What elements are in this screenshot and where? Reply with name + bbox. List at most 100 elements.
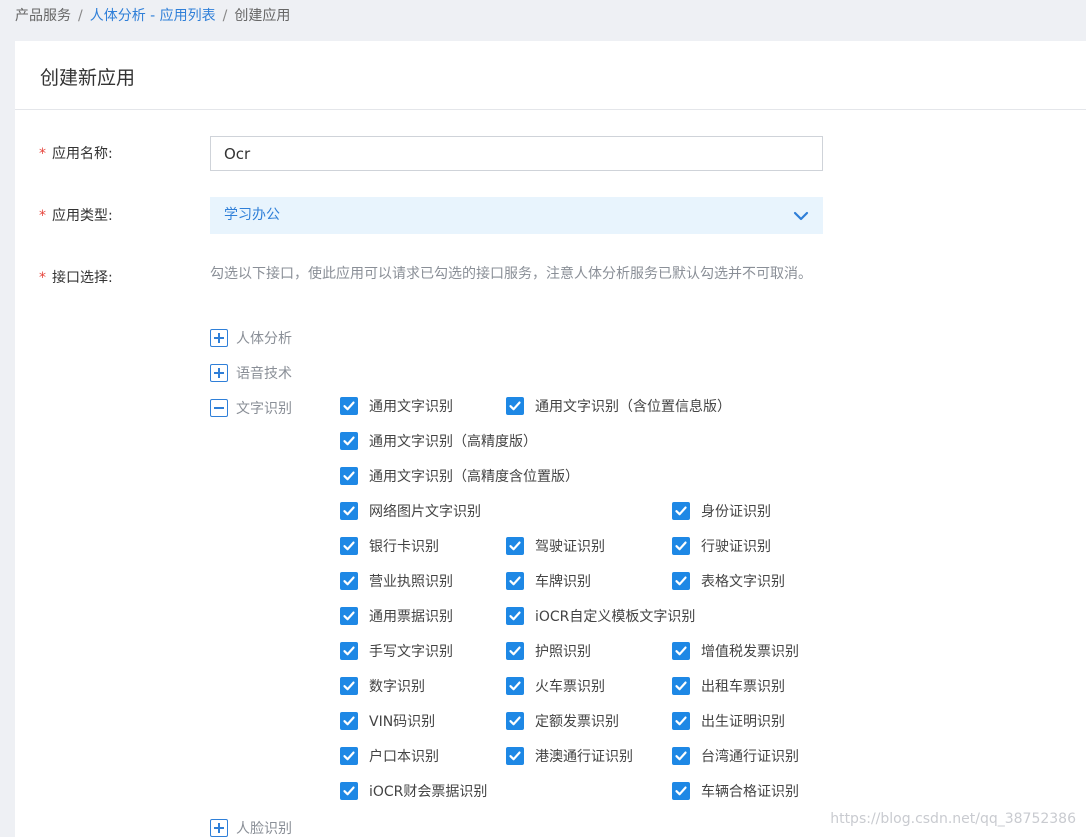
ocr-checkbox-item[interactable]: VIN码识别 [340,710,435,732]
expand-plus-icon [210,819,228,837]
breadcrumb-separator: / [222,8,228,24]
checkbox-checked-icon[interactable] [672,747,690,765]
ocr-checkbox-item[interactable]: 银行卡识别 [340,535,439,557]
ocr-checkbox-item[interactable]: 户口本识别 [340,745,439,767]
checkbox-checked-icon[interactable] [340,537,358,555]
checkbox-checked-icon[interactable] [340,782,358,800]
ocr-checkbox-item[interactable]: 通用文字识别（高精度含位置版） [340,465,579,487]
ocr-checkbox-label: 网络图片文字识别 [369,504,481,520]
checkbox-checked-icon[interactable] [506,677,524,695]
ocr-checkbox-item[interactable]: iOCR自定义模板文字识别 [506,605,695,627]
checkbox-checked-icon[interactable] [340,607,358,625]
ocr-checkbox-item[interactable]: 通用文字识别（含位置信息版） [506,395,731,417]
ocr-checkbox-item[interactable]: 车牌识别 [506,570,591,592]
checkbox-checked-icon[interactable] [340,747,358,765]
ocr-checkbox-item[interactable]: 身份证识别 [672,500,771,522]
ocr-checkbox-label: 车辆合格证识别 [701,784,799,800]
checkbox-checked-icon[interactable] [672,642,690,660]
expand-plus-icon [210,364,228,382]
group-body-analysis[interactable]: 人体分析 [210,327,292,349]
checkbox-checked-icon[interactable] [506,607,524,625]
ocr-checkbox-item[interactable]: 通用文字识别 [340,395,453,417]
checkbox-checked-icon[interactable] [340,432,358,450]
group-label: 文字识别 [236,401,292,417]
ocr-checkbox-item[interactable]: 火车票识别 [506,675,605,697]
group-label: 人脸识别 [236,821,292,837]
ocr-checkbox-item[interactable]: 通用文字识别（高精度版） [340,430,537,452]
ocr-checkbox-item[interactable]: 出租车票识别 [672,675,785,697]
ocr-checkbox-item[interactable]: 台湾通行证识别 [672,745,799,767]
group-face[interactable]: 人脸识别 [210,817,292,837]
ocr-checkbox-item[interactable]: 出生证明识别 [672,710,785,732]
checkbox-checked-icon[interactable] [506,642,524,660]
group-ocr[interactable]: 文字识别 [210,397,292,419]
ocr-checkbox-label: iOCR自定义模板文字识别 [535,609,696,625]
divider [15,109,1086,110]
checkbox-checked-icon[interactable] [672,677,690,695]
ocr-checkbox-label: 车牌识别 [535,574,591,590]
ocr-checkbox-label: 护照识别 [535,644,591,660]
breadcrumb: 产品服务 / 人体分析 - 应用列表 / 创建应用 [15,0,290,32]
collapse-minus-icon [210,399,228,417]
expand-plus-icon [210,329,228,347]
ocr-checkbox-item[interactable]: 数字识别 [340,675,425,697]
ocr-checkbox-item[interactable]: 增值税发票识别 [672,640,799,662]
ocr-checkbox-item[interactable]: 车辆合格证识别 [672,780,799,802]
checkbox-checked-icon[interactable] [506,747,524,765]
required-mark: * [39,208,46,224]
ocr-checkbox-item[interactable]: 通用票据识别 [340,605,453,627]
ocr-checkbox-label: 通用票据识别 [369,609,453,625]
ocr-checkbox-item[interactable]: 手写文字识别 [340,640,453,662]
app-name-input[interactable] [210,136,823,171]
checkbox-checked-icon[interactable] [340,712,358,730]
checkbox-checked-icon[interactable] [672,782,690,800]
checkbox-checked-icon[interactable] [340,467,358,485]
checkbox-checked-icon[interactable] [340,642,358,660]
checkbox-checked-icon[interactable] [340,572,358,590]
checkbox-checked-icon[interactable] [672,572,690,590]
ocr-checkbox-label: 身份证识别 [701,504,771,520]
required-mark: * [39,146,46,162]
ocr-checkbox-item[interactable]: 驾驶证识别 [506,535,605,557]
group-label: 人体分析 [236,331,292,347]
group-speech[interactable]: 语音技术 [210,362,292,384]
checkbox-checked-icon[interactable] [672,502,690,520]
ocr-checkbox-item[interactable]: 网络图片文字识别 [340,500,481,522]
checkbox-checked-icon[interactable] [672,537,690,555]
app-type-select[interactable]: 学习办公 [210,197,823,234]
checkbox-checked-icon[interactable] [672,712,690,730]
required-mark: * [39,270,46,286]
breadcrumb-app-list-link[interactable]: 人体分析 - 应用列表 [90,8,216,24]
breadcrumb-separator: / [78,8,83,24]
api-hint: 勾选以下接口，使此应用可以请求已勾选的接口服务，注意人体分析服务已默认勾选并不可… [210,266,812,282]
checkbox-checked-icon[interactable] [340,397,358,415]
group-label: 语音技术 [236,366,292,382]
ocr-checkbox-label: 驾驶证识别 [535,539,605,555]
ocr-checkbox-label: 火车票识别 [535,679,605,695]
checkbox-checked-icon[interactable] [506,712,524,730]
checkbox-checked-icon[interactable] [340,502,358,520]
ocr-checkbox-label: 手写文字识别 [369,644,453,660]
checkbox-checked-icon[interactable] [506,397,524,415]
ocr-checkbox-item[interactable]: 表格文字识别 [672,570,785,592]
breadcrumb-products[interactable]: 产品服务 [15,8,71,24]
ocr-checkbox-item[interactable]: 护照识别 [506,640,591,662]
ocr-checkbox-item[interactable]: 营业执照识别 [340,570,453,592]
create-app-card: 创建新应用 *应用名称: *应用类型: 学习办公 *接口选择: 勾选以下接口，使… [15,41,1086,837]
ocr-checkbox-item[interactable]: 定额发票识别 [506,710,619,732]
chevron-down-icon [793,211,809,221]
checkbox-checked-icon[interactable] [506,572,524,590]
ocr-checkbox-label: 营业执照识别 [369,574,453,590]
ocr-checkbox-label: 通用文字识别（含位置信息版） [535,399,731,415]
ocr-checkbox-label: 定额发票识别 [535,714,619,730]
checkbox-checked-icon[interactable] [340,677,358,695]
ocr-checkbox-label: 港澳通行证识别 [535,749,633,765]
ocr-checkbox-label: 通用文字识别 [369,399,453,415]
checkbox-checked-icon[interactable] [506,537,524,555]
ocr-checkbox-item[interactable]: 行驶证识别 [672,535,771,557]
page-title: 创建新应用 [40,67,136,89]
ocr-checkbox-item[interactable]: 港澳通行证识别 [506,745,633,767]
ocr-checkbox-item[interactable]: iOCR财会票据识别 [340,780,487,802]
app-type-label: * 应用类型: [39,208,113,224]
ocr-checkbox-label: 表格文字识别 [701,574,785,590]
